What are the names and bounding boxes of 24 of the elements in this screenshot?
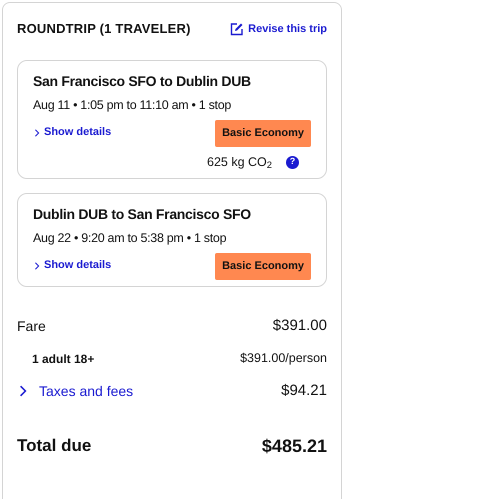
price-label: 1 adult 18+ (32, 350, 94, 368)
total-amount: $485.21 (262, 434, 327, 458)
price-label: Fare (17, 316, 46, 336)
fare-class-label: Basic Economy (215, 253, 311, 280)
total-label: Total due (17, 435, 92, 458)
chevron-icon (33, 128, 41, 136)
show-details-link[interactable]: Show details (33, 124, 112, 141)
chevron-icon (17, 385, 29, 398)
fare-class-label: Basic Economy (215, 120, 311, 147)
revise-trip-link[interactable]: Revise this trip (230, 20, 327, 37)
show-details-link[interactable]: Show details (33, 257, 112, 274)
panel-title: ROUNDTRIP (1 TRAVELER) (17, 20, 191, 38)
price-amount: $391.00/person (240, 350, 327, 368)
taxes-toggle[interactable]: Taxes and fees (17, 380, 134, 402)
flight-schedule: Aug 22 • 9:20 am to 5:38 pm • 1 stop (33, 230, 228, 247)
chevron-icon (33, 262, 41, 270)
price-amount: $94.21 (281, 381, 327, 401)
flight-route: San Francisco SFO to Dublin DUB (33, 72, 252, 90)
flight-route: Dublin DUB to San Francisco SFO (33, 204, 252, 224)
emissions-text: 625 kg CO$_{2}$ (207, 154, 272, 172)
flight-schedule: Aug 11 • 1:05 pm to 11:10 am • 1 stop (33, 96, 232, 114)
help-icon[interactable]: ? (286, 156, 299, 169)
edit-icon (230, 22, 244, 36)
price-amount: $391.00 (272, 316, 327, 336)
